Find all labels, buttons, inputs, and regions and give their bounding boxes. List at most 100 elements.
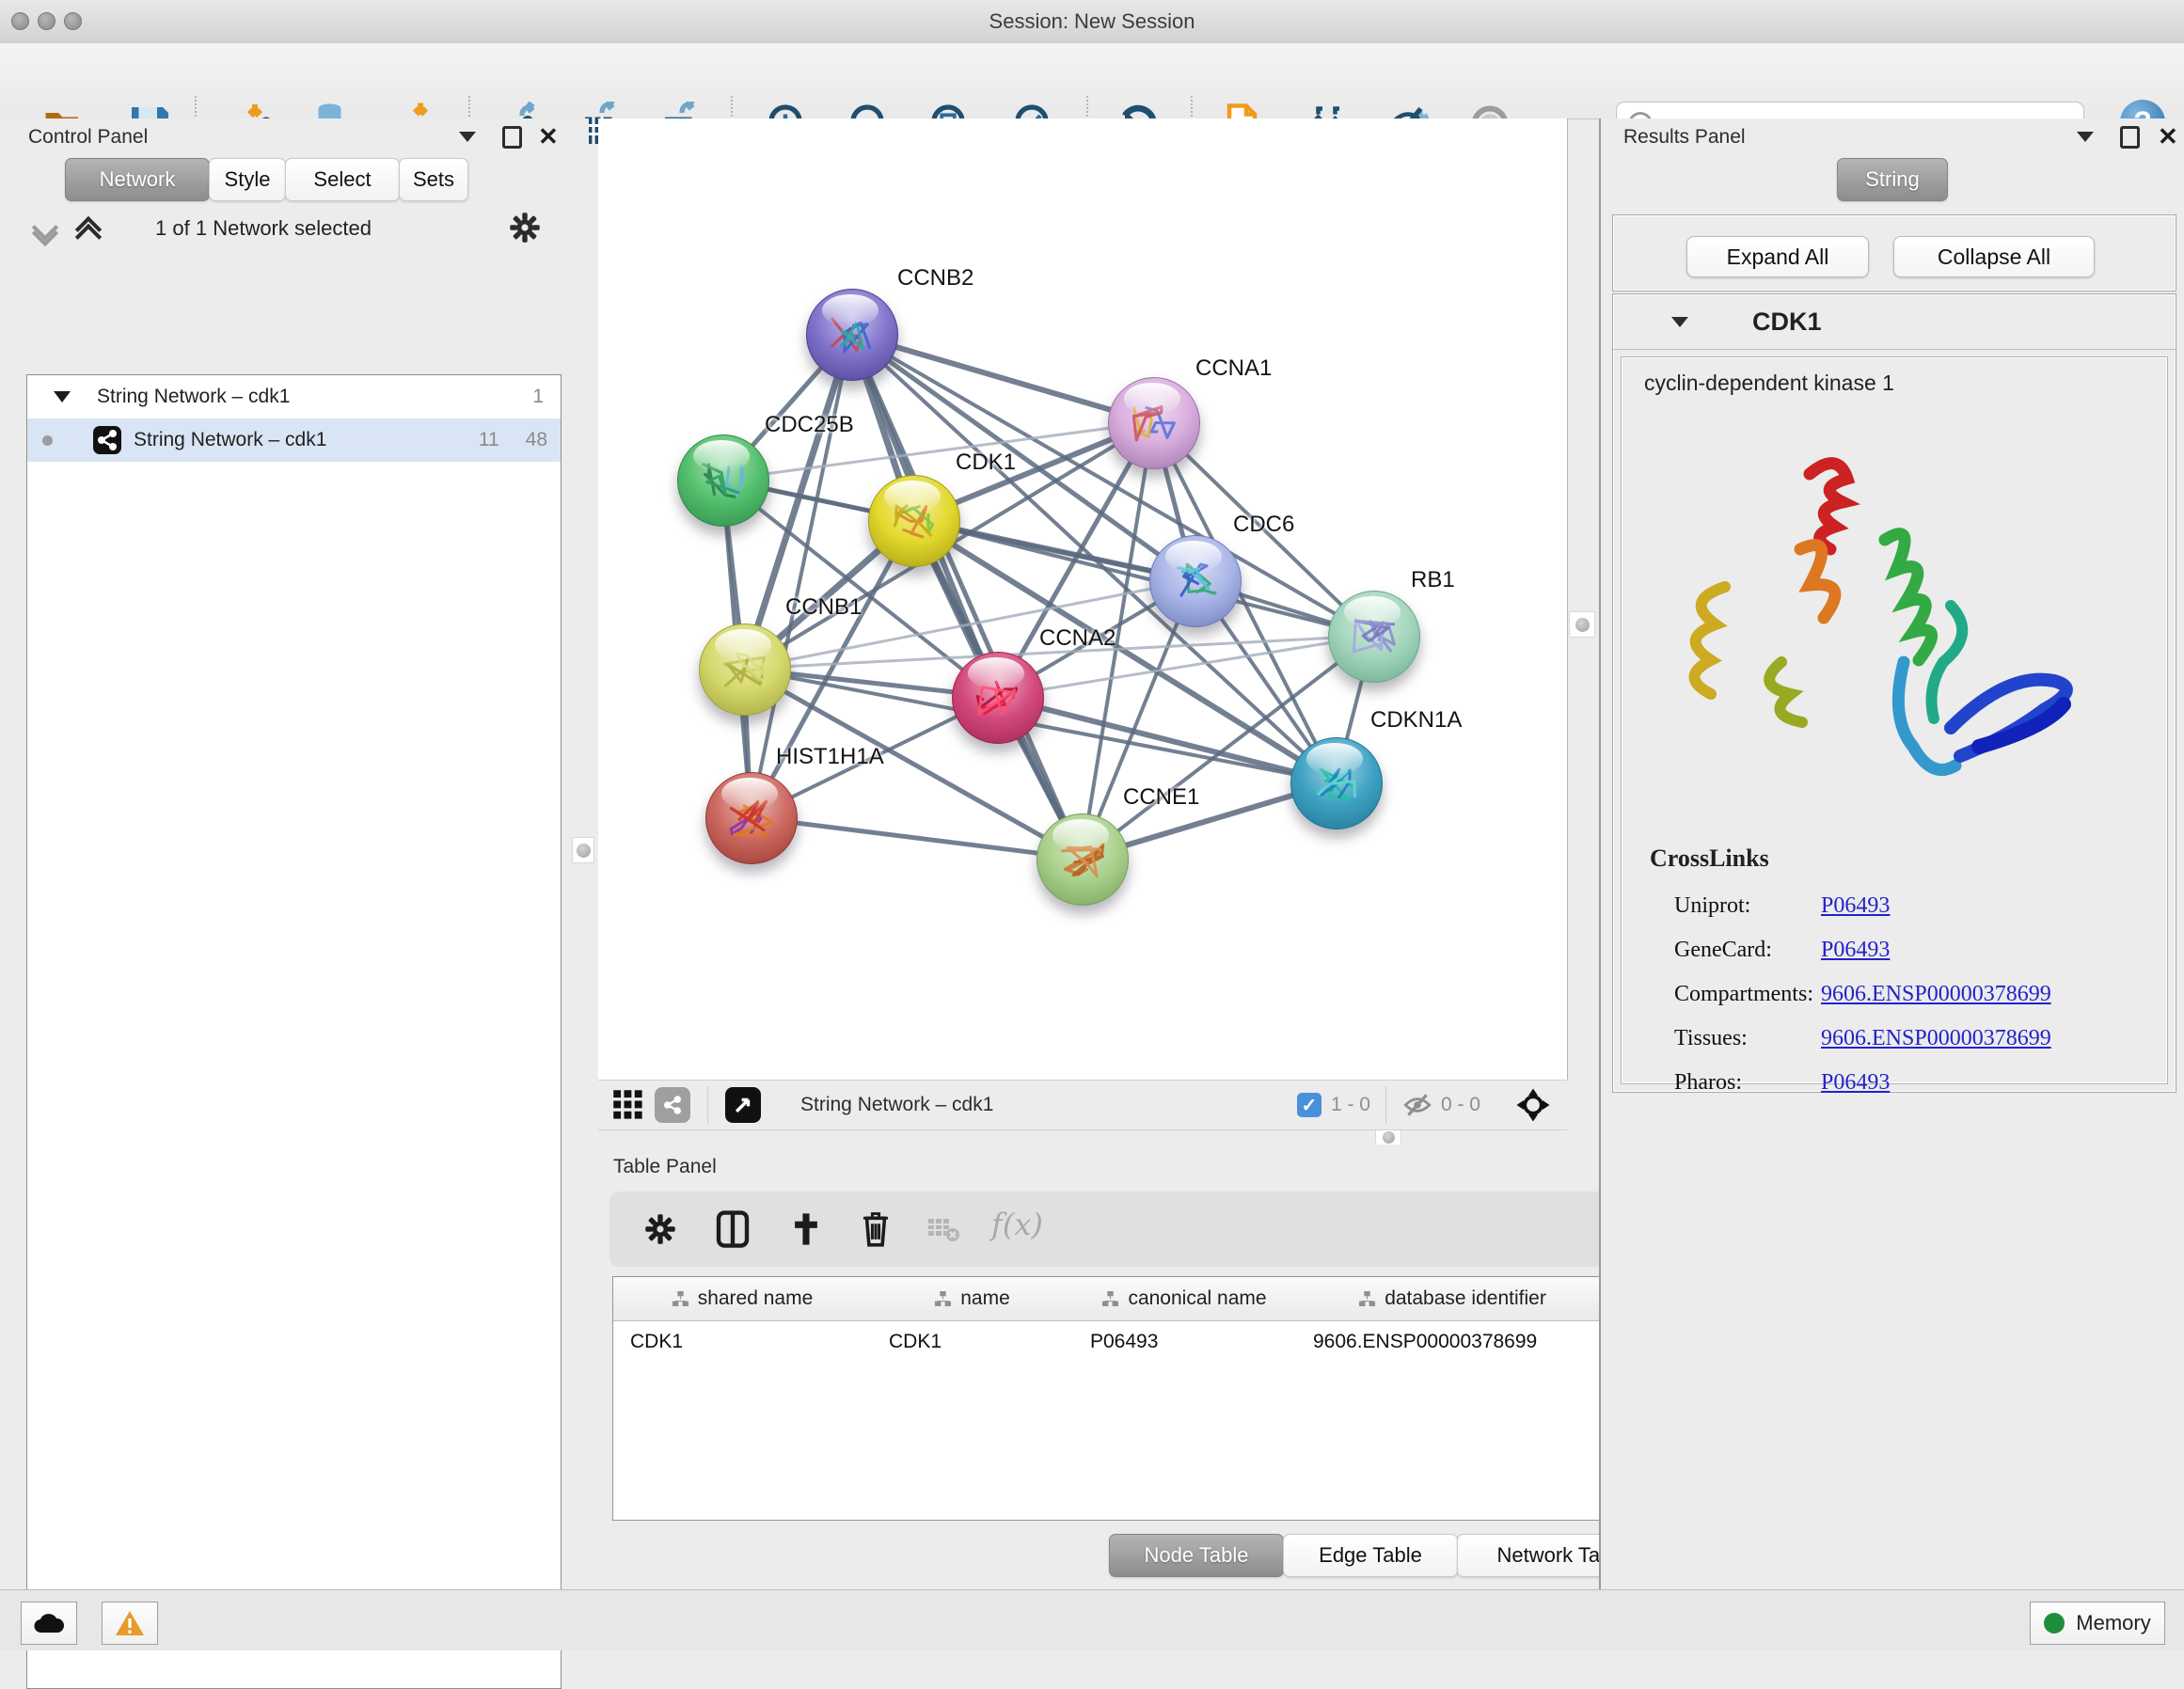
network-view-mode-icon[interactable] <box>655 1087 690 1123</box>
divider <box>707 1086 708 1124</box>
string-actions-box: Expand All Collapse All <box>1612 214 2176 292</box>
network-node-cdk1[interactable] <box>868 475 960 567</box>
node-label-cdkn1a: CDKN1A <box>1370 707 1462 734</box>
collapse-all-button[interactable]: Collapse All <box>1893 236 2095 277</box>
show-columns-icon[interactable] <box>715 1210 751 1248</box>
node-label-cdc25b: CDC25B <box>765 412 854 438</box>
network-row[interactable]: String Network – cdk1 11 48 <box>27 418 561 462</box>
crosslink-row: Compartments:9606.ENSP00000378699 <box>1674 972 2144 1017</box>
panel-float-icon[interactable] <box>502 126 522 149</box>
network-node-ccna1[interactable] <box>1108 377 1200 469</box>
crosslinks-list: Uniprot:P06493GeneCard:P06493Compartment… <box>1674 884 2144 1105</box>
main-toolbar: ? <box>0 43 2184 119</box>
node-entry-body: cyclin-dependent kinase 1 CrossLinks Uni… <box>1621 356 2168 1084</box>
network-node-ccna2[interactable] <box>952 652 1044 744</box>
panel-close-icon[interactable]: ✕ <box>2158 128 2178 145</box>
network-node-hist1h1a[interactable] <box>705 772 798 864</box>
selected-nodes-checkbox[interactable]: ✓ <box>1297 1093 1321 1117</box>
network-edge[interactable] <box>851 334 1082 859</box>
protein-thumbnail <box>953 653 1043 743</box>
crosslink-label: Tissues: <box>1674 1026 1821 1051</box>
node-label-ccna1: CCNA1 <box>1195 355 1272 382</box>
crosslink-link[interactable]: P06493 <box>1821 1070 1890 1096</box>
table-cell[interactable]: CDK1 <box>872 1321 1073 1363</box>
column-header-label: shared name <box>698 1287 814 1310</box>
entry-description: cyclin-dependent kinase 1 <box>1644 371 1894 396</box>
column-header-canonical-name[interactable]: canonical name <box>1073 1277 1297 1321</box>
column-header-label: name <box>960 1287 1010 1310</box>
left-splitter-handle[interactable] <box>572 837 594 863</box>
node-label-ccna2: CCNA2 <box>1039 625 1116 652</box>
crosslinks-title: CrossLinks <box>1650 844 1769 873</box>
protein-thumbnail <box>1291 738 1382 829</box>
panel-close-icon[interactable]: ✕ <box>538 128 559 145</box>
node-entry-header[interactable]: CDK1 <box>1613 294 2176 350</box>
tab-select[interactable]: Select <box>285 158 400 201</box>
table-cell[interactable]: P06493 <box>1073 1321 1296 1363</box>
network-edge[interactable] <box>913 520 1373 636</box>
protein-thumbnail <box>869 476 959 566</box>
network-node-cdc25b[interactable] <box>677 434 769 527</box>
network-edge[interactable] <box>751 817 1082 859</box>
tab-node-table[interactable]: Node Table <box>1109 1534 1284 1577</box>
crosslink-link[interactable]: P06493 <box>1821 938 1890 963</box>
network-node-ccnb2[interactable] <box>806 289 898 381</box>
results-panel: Results Panel ✕ String Expand All Collap… <box>1599 118 2184 1589</box>
table-cell[interactable]: CDK1 <box>613 1321 872 1363</box>
hidden-counts: 0 - 0 <box>1441 1094 1480 1116</box>
network-collection-row[interactable]: String Network – cdk1 1 <box>27 375 561 418</box>
create-column-icon[interactable] <box>788 1210 824 1248</box>
collection-expander-icon[interactable] <box>54 391 71 403</box>
crosslink-row: Pharos:P06493 <box>1674 1061 2144 1105</box>
entry-expander-icon[interactable] <box>1671 317 1688 327</box>
panel-menu-icon[interactable] <box>459 132 476 142</box>
warnings-button[interactable] <box>102 1602 158 1645</box>
network-edge-count: 48 <box>526 429 547 451</box>
table-tabs: Node TableEdge TableNetwork Table <box>1110 1534 1668 1577</box>
birds-eye-view-icon[interactable] <box>1514 1086 1552 1124</box>
protein-thumbnail <box>678 435 768 526</box>
network-node-ccne1[interactable] <box>1037 813 1129 906</box>
expand-all-button[interactable]: Expand All <box>1686 236 1869 277</box>
protein-thumbnail <box>1037 814 1128 905</box>
network-canvas[interactable]: CCNB2CCNA1CDC25BCDK1CDC6RB1CCNB1CCNA2CDK… <box>598 118 1568 1080</box>
cloud-button[interactable] <box>21 1602 77 1645</box>
memory-status-dot <box>2044 1613 2065 1634</box>
tab-edge-table[interactable]: Edge Table <box>1283 1534 1458 1577</box>
hidden-items-icon <box>1401 1089 1433 1121</box>
network-view-toolbar: String Network – cdk1 ✓ 1 - 0 0 - 0 <box>598 1080 1567 1130</box>
network-node-rb1[interactable] <box>1328 591 1420 683</box>
tab-style[interactable]: Style <box>209 158 286 201</box>
function-builder-icon: f(x) <box>991 1207 1043 1242</box>
control-panel-tabs: NetworkStyleSelectSets <box>66 158 468 201</box>
crosslink-row: GeneCard:P06493 <box>1674 928 2144 972</box>
horizontal-splitter-handle[interactable] <box>1375 1129 1401 1145</box>
panel-menu-icon[interactable] <box>2077 132 2094 142</box>
crosslink-link[interactable]: 9606.ENSP00000378699 <box>1821 982 2051 1007</box>
panel-float-icon[interactable] <box>2120 126 2140 149</box>
network-node-cdc6[interactable] <box>1149 535 1242 627</box>
network-status-dot <box>42 435 53 446</box>
detach-view-icon[interactable] <box>725 1087 761 1123</box>
column-header-shared-name[interactable]: shared name <box>613 1277 873 1321</box>
selected-counts: 1 - 0 <box>1331 1094 1370 1116</box>
network-node-cdkn1a[interactable] <box>1290 737 1383 829</box>
delete-column-icon[interactable] <box>858 1208 894 1248</box>
column-header-database-identifier[interactable]: database identifier <box>1296 1277 1610 1321</box>
right-splitter-handle[interactable] <box>1569 611 1595 638</box>
network-node-ccnb1[interactable] <box>699 624 791 716</box>
tab-string[interactable]: String <box>1837 158 1948 201</box>
crosslink-link[interactable]: P06493 <box>1821 893 1890 919</box>
column-header-name[interactable]: name <box>872 1277 1074 1321</box>
tab-sets[interactable]: Sets <box>399 158 468 201</box>
crosslink-link[interactable]: 9606.ENSP00000378699 <box>1821 1026 2051 1051</box>
crosslink-label: Compartments: <box>1674 982 1821 1007</box>
table-options-gear-icon[interactable] <box>643 1212 677 1246</box>
protein-thumbnail <box>1329 592 1419 682</box>
view-network-name: String Network – cdk1 <box>800 1094 993 1116</box>
network-options-gear-icon[interactable] <box>508 211 542 245</box>
table-cell[interactable]: 9606.ENSP00000378699 <box>1296 1321 1609 1363</box>
memory-button[interactable]: Memory <box>2030 1602 2165 1645</box>
tab-network[interactable]: Network <box>65 158 210 201</box>
grid-view-icon[interactable] <box>611 1088 645 1122</box>
